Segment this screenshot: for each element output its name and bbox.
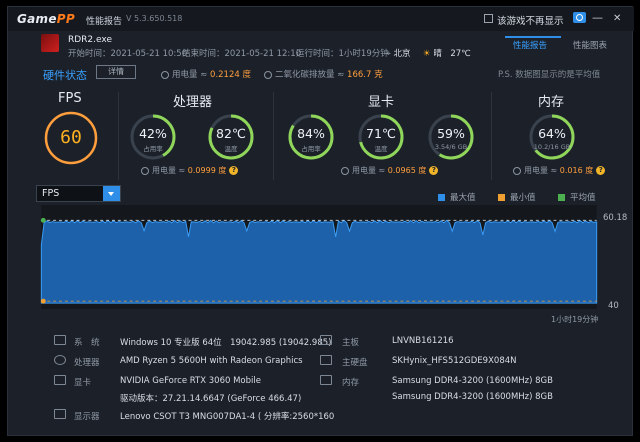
disk-label: 主硬盘 [342, 358, 368, 368]
memory-title: 内存 [538, 95, 565, 110]
chevron-down-icon[interactable] [103, 186, 120, 201]
total-power: 用电量 ≈ 0.2124 度 [161, 68, 251, 80]
board-value: LNVNB161216 [392, 336, 454, 346]
gpu-icon [54, 375, 66, 385]
memory-power: 用电量 ≈ 0.016 度? [513, 165, 606, 176]
tab-performance-report[interactable]: 性能报告 [513, 39, 547, 51]
os-icon [54, 335, 66, 345]
power-icon [341, 166, 349, 175]
divider [118, 92, 119, 180]
weather: ☀ 晴 27℃ [423, 49, 471, 59]
min-marker [40, 298, 46, 304]
hide-game-label[interactable]: 该游戏不再显示 [497, 13, 564, 27]
minimize-button[interactable]: — [592, 11, 603, 24]
gamepp-logo: GamePP [17, 12, 75, 26]
start-time: 开始时间：2021-05-21 10:50 [68, 49, 188, 59]
disk-icon [320, 355, 332, 365]
avg-value-label: 60.18 [603, 213, 628, 223]
legend-avg: 平均值 [558, 191, 596, 203]
gpu-temp-gauge: 71℃ 温度 [356, 112, 406, 162]
mem1-value: Samsung DDR4-3200 (1600MHz) 8GB [392, 376, 553, 386]
min-value-label: 40 [608, 301, 619, 311]
co2-icon [264, 70, 272, 79]
disk-value: SKHynix_HFS512GDE9X084N [392, 356, 517, 366]
help-icon[interactable]: ? [229, 166, 239, 175]
legend-swatch [438, 194, 445, 201]
tab-performance-chart[interactable]: 性能图表 [573, 39, 607, 51]
legend-swatch [558, 194, 565, 201]
co2-emission: 二氧化碳排放量 ≈ 166.7 克 [264, 68, 383, 80]
cpu-icon [54, 355, 66, 365]
max-series-area [40, 219, 598, 304]
divider [273, 92, 274, 180]
gpu-power: 用电量 ≈ 0.0965 度? [341, 165, 439, 176]
cpu-value: AMD Ryzen 5 5600H with Radeon Graphics [120, 356, 303, 366]
display-label: 显示器 [74, 412, 100, 422]
legend-max: 最大值 [438, 191, 476, 203]
location-pin-icon: ⌖ [386, 49, 391, 59]
board-label: 主板 [342, 338, 360, 348]
location: ⌖ 北京 [386, 49, 411, 59]
fps-value: 60 [60, 127, 82, 148]
title-bar: GamePP 性能报告 V 5.3.650.518 该游戏不再显示 — ✕ [8, 7, 634, 31]
gpu-vram-gauge: 59% 3.54/6 GB [426, 112, 476, 162]
hide-game-checkbox[interactable] [484, 14, 493, 23]
game-name: RDR2.exe [68, 35, 112, 45]
cpu-temp-gauge: 82℃ 温度 [206, 112, 256, 162]
os-label: 系 统 [74, 338, 100, 348]
memory-usage-gauge: 64% 10.2/16 GB [527, 112, 577, 162]
chart-duration-label: 1小时19分钟 [551, 315, 599, 324]
monitor-icon [54, 409, 66, 419]
app-title: 性能报告 [86, 17, 123, 27]
cpu-title: 处理器 [173, 95, 213, 110]
avg-marker [40, 217, 46, 223]
gpu-value: NVIDIA GeForce RTX 3060 Mobile [120, 376, 261, 386]
cpu-usage-gauge: 42% 占用率 [128, 112, 178, 162]
sun-icon: ☀ [423, 49, 431, 59]
gpu-title: 显卡 [368, 95, 395, 110]
legend-min: 最小值 [498, 191, 536, 203]
gpu-usage-gauge: 84% 占用率 [286, 112, 336, 162]
power-icon [161, 70, 169, 79]
motherboard-icon [320, 335, 332, 345]
display-value: Lenovo CSOT T3 MNG007DA1-4 ( 分辨率:2560*16… [120, 412, 335, 422]
legend-swatch [498, 194, 505, 201]
driver-value: 驱动版本：27.21.14.6647 (GeForce 466.47) [120, 394, 302, 404]
active-tab-indicator [505, 36, 561, 38]
average-note: P.S. 数据图显示的是平均值 [498, 70, 601, 80]
power-icon [141, 166, 149, 175]
power-icon [513, 166, 521, 175]
run-time: 运行时间：1小时19分钟 [296, 49, 389, 59]
help-icon[interactable]: ? [429, 166, 439, 175]
mem2-value: Samsung DDR4-3200 (1600MHz) 8GB [392, 392, 553, 402]
gpu-label: 显卡 [74, 378, 92, 388]
fps-area-chart [40, 205, 598, 309]
details-button[interactable]: 详情 [96, 65, 136, 79]
mem-label: 内存 [342, 378, 360, 388]
screenshot-camera-icon[interactable] [573, 12, 586, 23]
end-time: 结束时间：2021-05-21 12:10 [182, 49, 302, 59]
report-window: GamePP 性能报告 V 5.3.650.518 该游戏不再显示 — ✕ RD… [7, 6, 634, 436]
help-icon[interactable]: ? [596, 166, 606, 175]
version-label: V 5.3.650.518 [126, 14, 183, 23]
cpu-label: 处理器 [74, 358, 100, 368]
hardware-status-title: 硬件状态 [43, 69, 87, 82]
close-button[interactable]: ✕ [613, 13, 621, 24]
memory-icon [320, 375, 332, 385]
os-value: Windows 10 专业版 64位 19042.985 (19042.985) [120, 338, 332, 348]
divider [491, 92, 492, 180]
game-icon [41, 34, 59, 52]
fps-title: FPS [58, 91, 82, 106]
cpu-power: 用电量 ≈ 0.0999 度? [141, 165, 239, 176]
metric-select[interactable]: FPS [36, 185, 121, 202]
